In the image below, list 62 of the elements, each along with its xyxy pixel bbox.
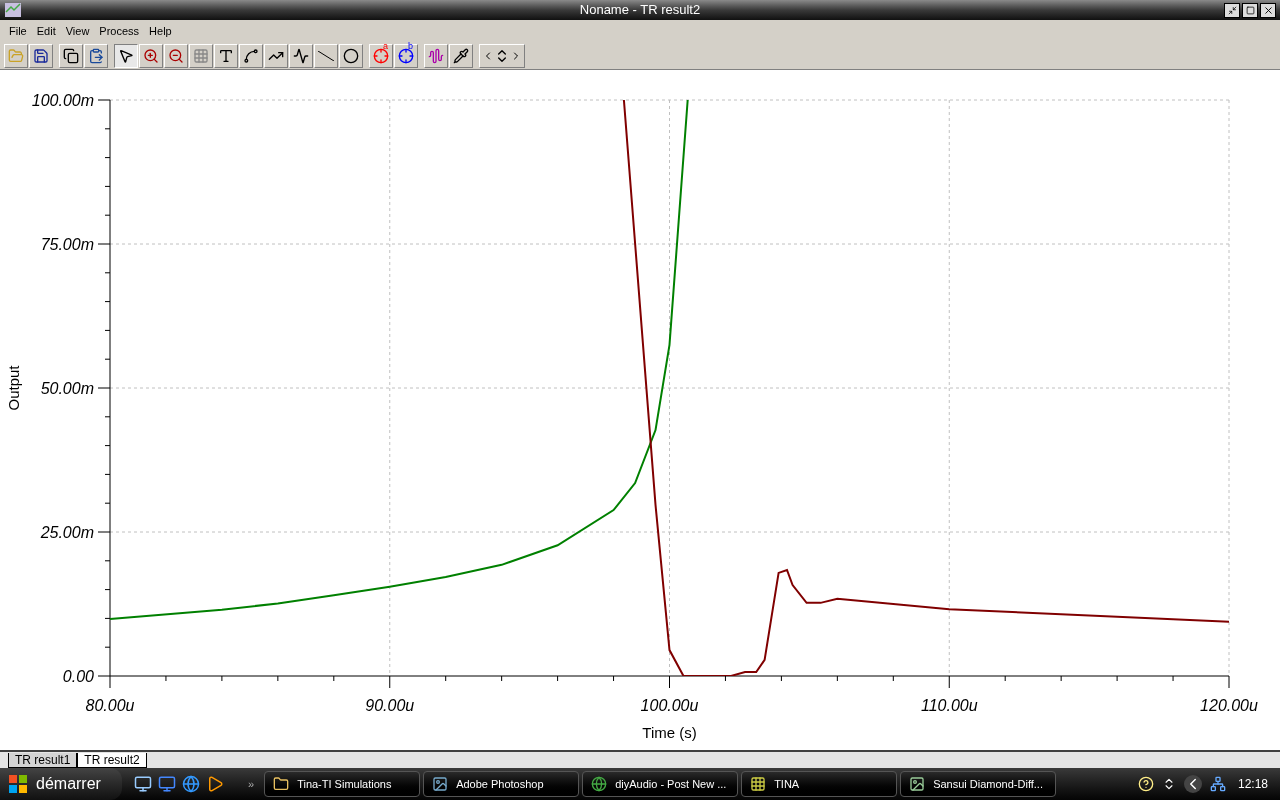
- taskbar-button[interactable]: diyAudio - Post New ...: [582, 771, 739, 797]
- y-tick-label: 100.00m: [31, 92, 94, 109]
- taskbar-button[interactable]: Sansui Diamond-Diff...: [900, 771, 1057, 797]
- taskbar-button[interactable]: TINA: [741, 771, 898, 797]
- line-icon: [318, 50, 334, 61]
- clock: 12:18: [1237, 776, 1268, 793]
- x-tick-label: 120.00u: [1200, 697, 1258, 714]
- x-tick-label: 110.00u: [920, 697, 978, 714]
- y-tick-label: 0.00: [62, 668, 94, 685]
- grid-icon: [193, 47, 209, 64]
- menu-item[interactable]: Help: [144, 22, 177, 40]
- y-tick-label: 75.00m: [40, 236, 94, 253]
- more-chevron[interactable]: »: [248, 775, 255, 793]
- close-button[interactable]: [1260, 2, 1276, 18]
- menu-item[interactable]: Process: [94, 22, 145, 40]
- menu-item[interactable]: View: [60, 22, 95, 40]
- copy-icon: [63, 47, 79, 64]
- menu-item[interactable]: File: [4, 22, 32, 40]
- taskbar-button[interactable]: Tina-TI Simulations: [264, 771, 421, 797]
- pipette-icon: [453, 47, 469, 64]
- paste-icon: [88, 47, 104, 64]
- minimize-button[interactable]: [1224, 2, 1240, 18]
- desktop-icon[interactable]: [134, 775, 152, 793]
- scroll-arrows[interactable]: [479, 43, 525, 68]
- minimize-icon: [1227, 5, 1237, 15]
- save-icon: [33, 47, 49, 64]
- close-icon: [1262, 4, 1274, 16]
- waveform-icon: [428, 47, 444, 64]
- x-axis-title: Time (s): [642, 724, 697, 741]
- sheet-tab[interactable]: TR result2: [77, 753, 147, 768]
- restore-icon: [1245, 5, 1255, 15]
- sheet-tab[interactable]: TR result1: [8, 753, 78, 768]
- windows-logo-icon: [8, 774, 28, 794]
- taskbar-button[interactable]: Adobe Photoshop: [423, 771, 580, 797]
- image-icon: [909, 776, 926, 792]
- globe-icon: [591, 776, 608, 792]
- window-title: Noname - TR result2: [579, 1, 701, 20]
- zoom-out-icon: [168, 47, 184, 64]
- pointer-icon: [118, 47, 134, 64]
- x-tick-label: 100.00u: [640, 697, 699, 714]
- restore-button[interactable]: [1242, 2, 1258, 18]
- monitor-icon[interactable]: [158, 775, 176, 793]
- toolbar-button[interactable]: [114, 43, 138, 68]
- text-icon: [218, 47, 234, 64]
- browser-icon[interactable]: [182, 775, 200, 793]
- wave-icon: [293, 47, 309, 64]
- x-tick-label: 80.00u: [85, 697, 135, 714]
- circle-icon: [343, 47, 359, 64]
- folder-icon: [8, 47, 24, 64]
- y-tick-label: 50.00m: [40, 380, 94, 397]
- start-button[interactable]: démarrer: [0, 768, 122, 800]
- y-axis-title: Output: [5, 365, 22, 411]
- x-tick-label: 90.00u: [365, 697, 415, 714]
- folder-icon: [273, 776, 290, 792]
- menu-item[interactable]: Edit: [31, 22, 61, 40]
- zoom-in-icon: [143, 47, 159, 64]
- cursor-button[interactable]: b: [394, 43, 418, 68]
- help-icon[interactable]: [1137, 776, 1154, 792]
- curve-icon: [243, 47, 259, 64]
- network-icon[interactable]: [1209, 776, 1226, 792]
- media-player-icon[interactable]: [206, 775, 224, 793]
- y-tick-label: 25.00m: [40, 524, 94, 541]
